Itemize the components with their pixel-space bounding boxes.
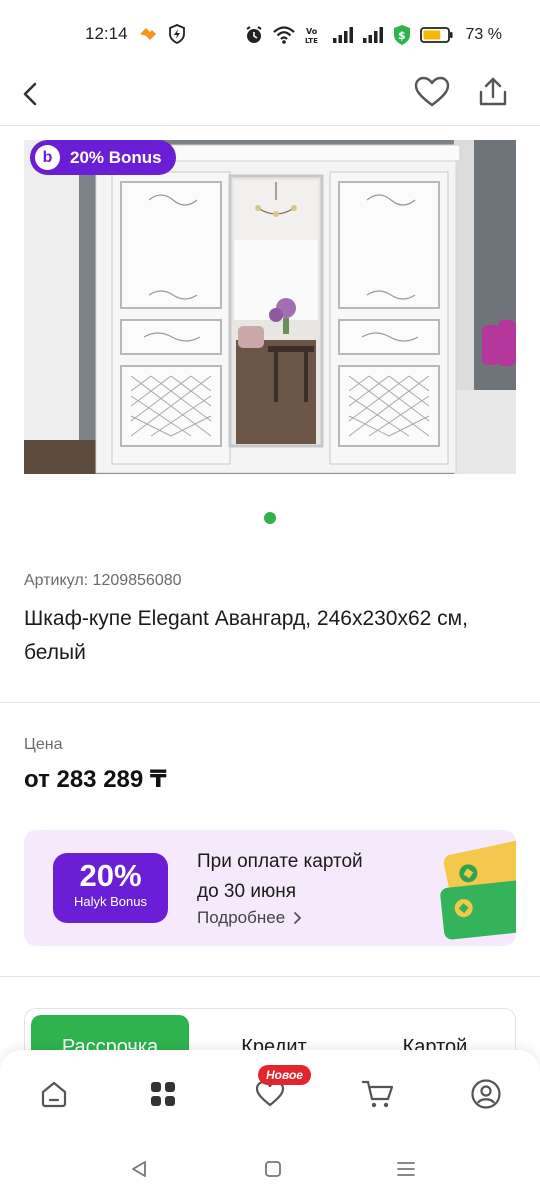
system-recents-button[interactable]	[391, 1154, 421, 1184]
bonus-badge: b 20% Bonus	[30, 140, 176, 175]
system-navigation-bar	[0, 1140, 540, 1200]
chevron-right-icon	[294, 912, 302, 924]
halyk-bonus-pill: 20% Halyk Bonus	[53, 853, 168, 923]
shield-icon	[169, 24, 185, 44]
nav-profile[interactable]	[464, 1072, 508, 1116]
share-icon	[479, 77, 507, 106]
product-title: Шкаф-купе Elegant Авангард, 246х230х62 с…	[24, 607, 468, 664]
security-dollar-icon: $	[393, 25, 410, 45]
share-button[interactable]	[473, 70, 513, 114]
svg-text:$: $	[398, 29, 406, 42]
promo-more-label: Подробнее	[197, 908, 286, 927]
promo-percent: 20%	[79, 858, 142, 893]
nav-catalog[interactable]	[141, 1072, 185, 1116]
bottom-navigation: Новое	[0, 1050, 540, 1140]
home-icon	[41, 1081, 67, 1108]
app-notification-icon	[140, 28, 156, 40]
promo-line-2: до 30 июня	[197, 881, 296, 902]
battery-percent: 73 %	[465, 26, 502, 43]
nav-home[interactable]	[32, 1072, 76, 1116]
article-number: Артикул: 1209856080	[24, 572, 182, 589]
system-back-button[interactable]	[124, 1154, 154, 1184]
square-home-icon	[265, 1161, 281, 1177]
svg-text:LTE: LTE	[305, 37, 318, 45]
heart-icon	[414, 76, 450, 107]
product-image[interactable]	[24, 140, 516, 474]
nav-cart[interactable]	[356, 1072, 400, 1116]
status-bar: 12:14 Vo LTE $ 73 %	[0, 0, 540, 66]
menu-lines-icon	[397, 1162, 415, 1176]
alarm-icon	[245, 26, 262, 43]
gallery-pagination	[0, 512, 540, 524]
app-bar	[0, 66, 540, 126]
bonus-logo-icon: b	[35, 145, 60, 170]
wifi-icon	[272, 26, 295, 44]
bonus-badge-label: 20% Bonus	[70, 147, 162, 167]
cart-icon	[361, 1080, 394, 1108]
price-label: Цена	[24, 736, 63, 753]
halyk-bonus-promo[interactable]: 20% Halyk Bonus При оплате картой до 30 …	[24, 830, 516, 946]
promo-line-1: При оплате картой	[197, 851, 363, 872]
promo-more-link[interactable]: Подробнее	[197, 908, 302, 928]
triangle-back-icon	[132, 1161, 146, 1177]
svg-text:Vo: Vo	[306, 27, 318, 36]
status-time: 12:14	[85, 24, 128, 43]
system-home-button[interactable]	[258, 1154, 288, 1184]
promo-pill-subtitle: Halyk Bonus	[74, 894, 147, 909]
volte-icon: Vo LTE	[305, 27, 318, 45]
promo-description: При оплате картой до 30 июня	[197, 847, 363, 907]
catalog-icon	[151, 1082, 175, 1106]
favorite-button[interactable]	[412, 70, 452, 114]
battery-icon	[419, 27, 453, 43]
back-button[interactable]	[14, 72, 46, 116]
price-value: от 283 289 ₸	[24, 766, 167, 793]
pagination-dot-active[interactable]	[264, 512, 276, 524]
signal-icon-2	[362, 27, 383, 43]
new-badge: Новое	[258, 1065, 311, 1085]
bank-cards-icon	[440, 839, 516, 940]
divider	[0, 976, 540, 977]
wardrobe-illustration	[24, 140, 516, 474]
chevron-left-icon	[23, 82, 37, 106]
signal-icon	[332, 27, 353, 43]
divider	[0, 702, 540, 703]
profile-icon	[471, 1079, 501, 1109]
